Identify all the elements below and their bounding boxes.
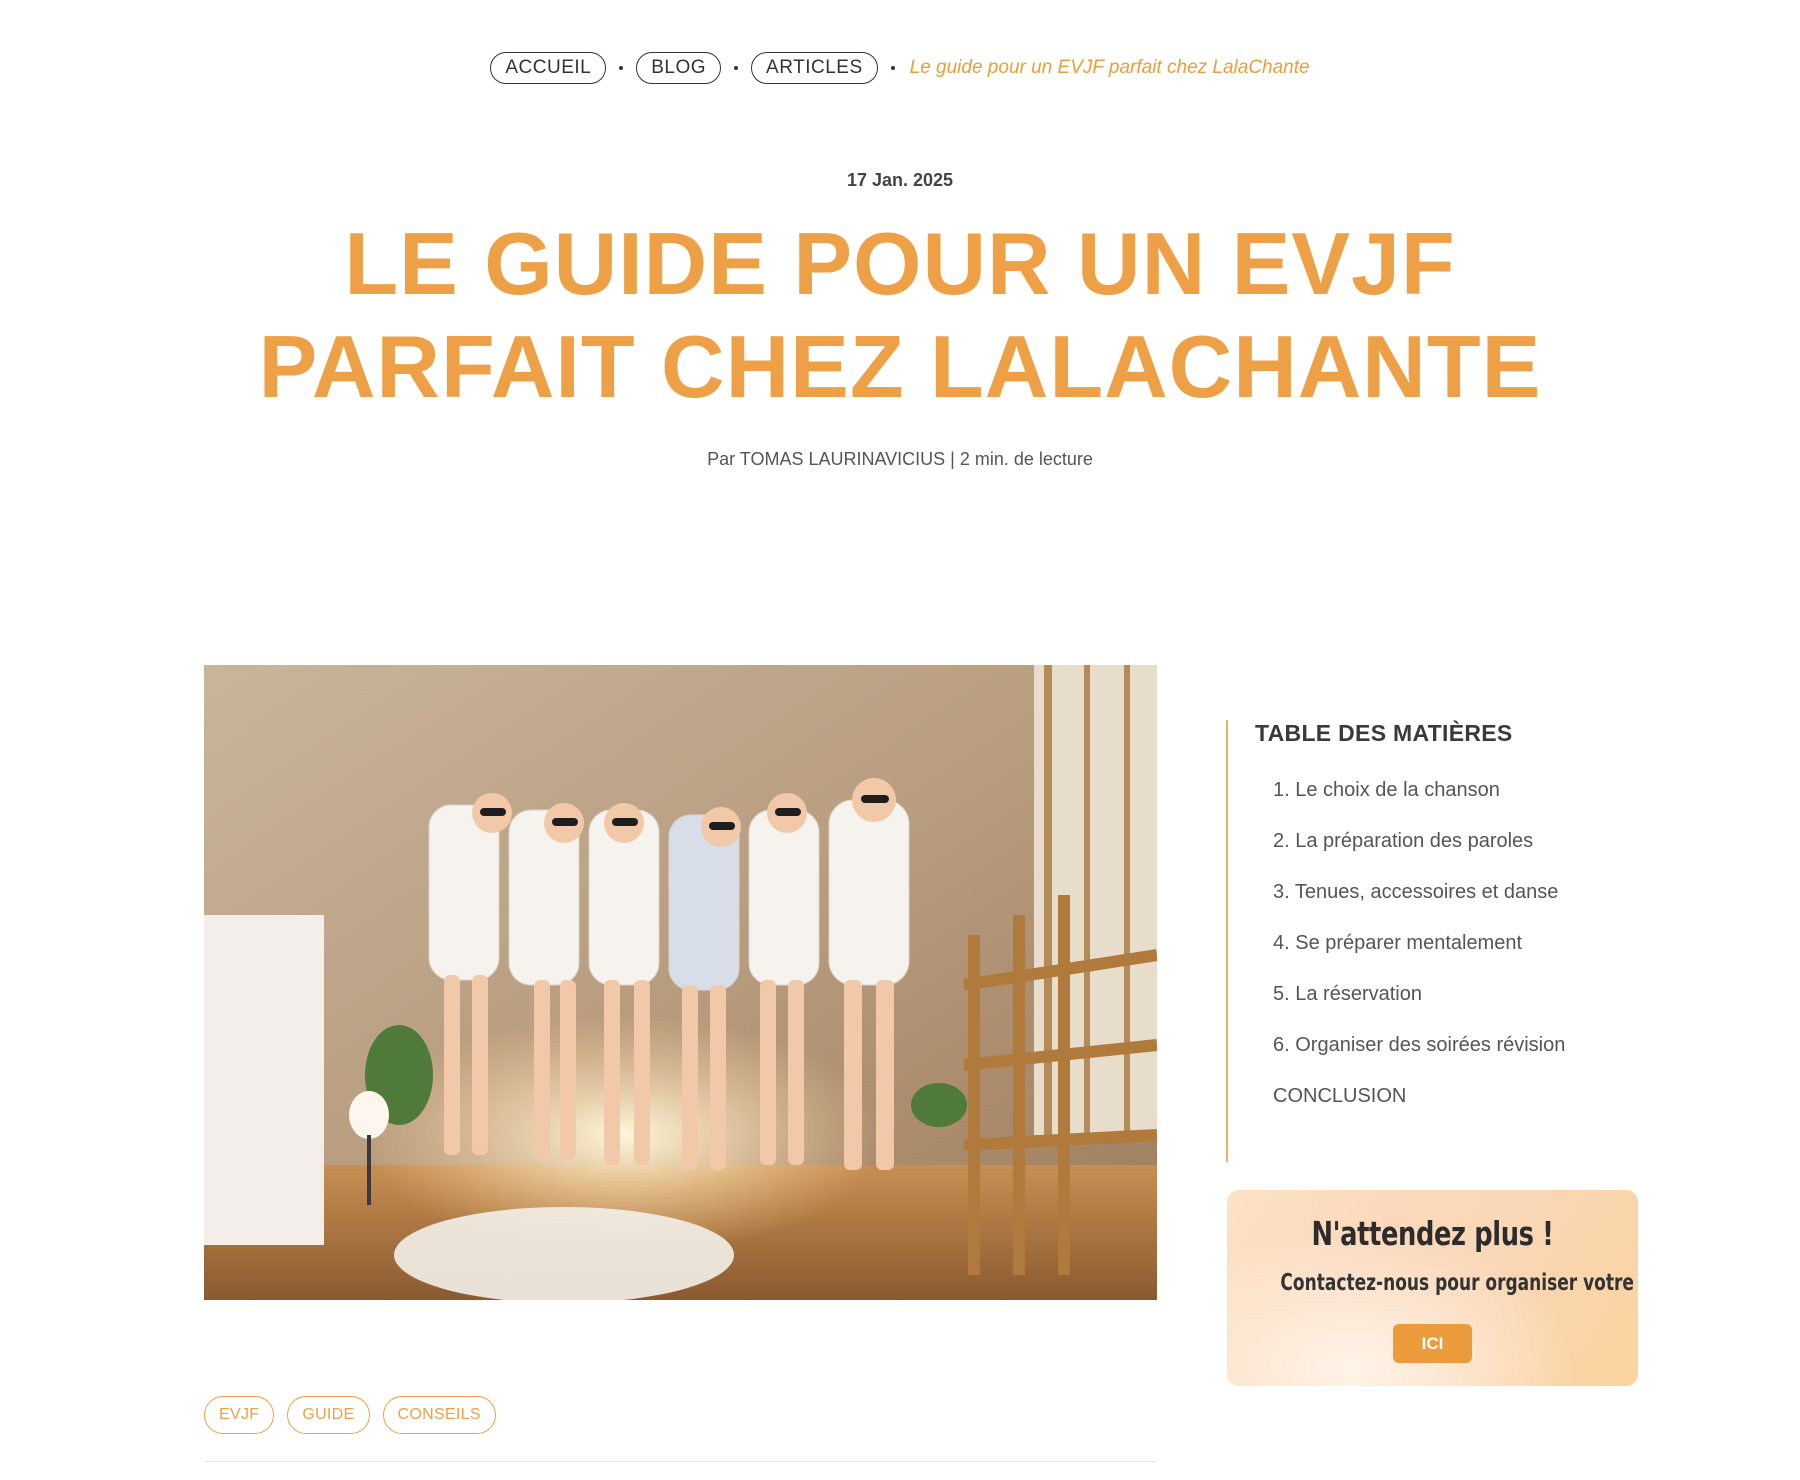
breadcrumb-separator [734,66,739,70]
cta-card: N'attendez plus ! Contactez-nous pour or… [1227,1190,1638,1386]
article-byline: Par TOMAS LAURINAVICIUS | 2 min. de lect… [707,449,1093,469]
tag-guide[interactable]: GUIDE [287,1396,370,1434]
toc-item-reservation[interactable]: 5. La réservation [1273,982,1565,1033]
toc-item-choix-chanson[interactable]: 1. Le choix de la chanson [1273,778,1565,829]
page-title: LE GUIDE POUR UN EVJF PARFAIT CHEZ LALAC… [200,212,1600,418]
divider [204,1461,1157,1462]
tag-conseils[interactable]: CONSEILS [382,1396,496,1434]
cta-subheading: Contactez-nous pour organiser votre EVJF [1280,1270,1638,1296]
toc-item-preparer-mentalement[interactable]: 4. Se préparer mentalement [1273,931,1565,982]
breadcrumb-blog-link[interactable]: BLOG [636,52,722,84]
breadcrumb-separator [619,66,624,70]
page-title-line-1: LE GUIDE POUR UN EVJF [344,214,1456,313]
toc-item-soirees-revision[interactable]: 6. Organiser des soirées révision [1273,1033,1565,1084]
breadcrumb-accueil-link[interactable]: ACCUEIL [490,52,607,84]
hero-image [204,665,1157,1300]
toc-item-preparation-paroles[interactable]: 2. La préparation des paroles [1273,829,1565,880]
toc-list: 1. Le choix de la chanson 2. La préparat… [1273,778,1565,1135]
breadcrumb: ACCUEIL BLOG ARTICLES Le guide pour un E… [0,52,1800,84]
toc-title: TABLE DES MATIÈRES [1255,720,1513,746]
article-date: 17 Jan. 2025 [846,170,954,190]
page-title-line-2: PARFAIT CHEZ LALACHANTE [258,317,1542,416]
breadcrumb-articles-link[interactable]: ARTICLES [751,52,878,84]
tag-list: EVJF GUIDE CONSEILS [204,1396,496,1434]
cta-button[interactable]: ICI [1393,1324,1472,1363]
breadcrumb-separator [890,66,895,70]
breadcrumb-current-page: Le guide pour un EVJF parfait chez LalaC… [909,57,1310,78]
table-of-contents: TABLE DES MATIÈRES 1. Le choix de la cha… [1226,720,1608,1162]
toc-item-conclusion[interactable]: CONCLUSION [1273,1084,1565,1135]
toc-item-tenues[interactable]: 3. Tenues, accessoires et danse [1273,880,1565,931]
tag-evjf[interactable]: EVJF [204,1396,275,1434]
cta-heading: N'attendez plus ! [1311,1214,1554,1253]
